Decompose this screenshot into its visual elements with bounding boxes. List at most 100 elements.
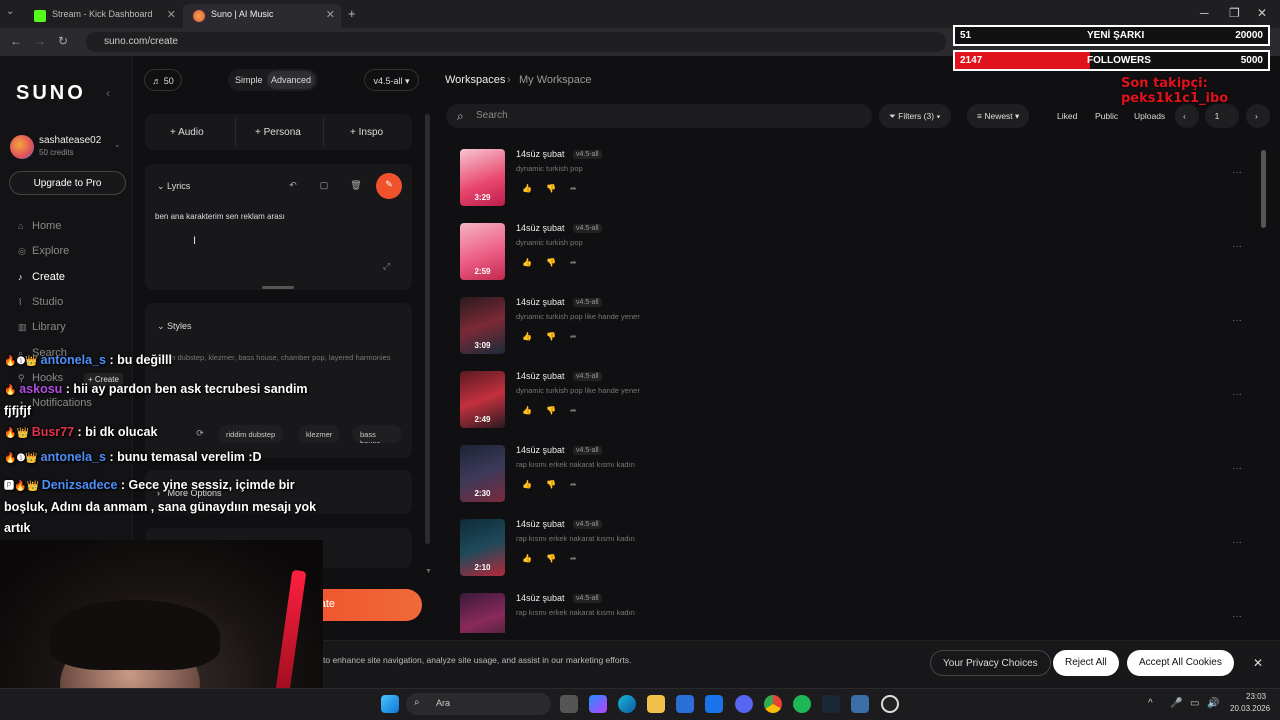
- sidebar-item-home[interactable]: ⌂ Home: [18, 220, 61, 232]
- sidebar-item-create[interactable]: ♪ Create: [18, 271, 65, 283]
- tab-suno[interactable]: Suno | AI Music ✕: [183, 4, 341, 28]
- add-inspo-button[interactable]: + Inspo: [350, 127, 383, 138]
- close-icon[interactable]: ✕: [1253, 656, 1263, 670]
- public-filter[interactable]: Public: [1085, 104, 1128, 128]
- liked-filter[interactable]: Liked: [1047, 104, 1087, 128]
- steam-icon[interactable]: [822, 695, 840, 713]
- clock-time[interactable]: 23:03: [1246, 692, 1266, 701]
- song-row[interactable]: 2:10 14süz şubat v4.5-all rap kısmı erke…: [460, 519, 1260, 579]
- suno-logo[interactable]: SUNO: [16, 82, 86, 105]
- avatar[interactable]: [10, 135, 34, 159]
- song-row[interactable]: 2:59 14süz şubat v4.5-all dynamic turkis…: [460, 223, 1260, 283]
- add-audio-button[interactable]: + Audio: [170, 127, 204, 138]
- collapse-sidebar-icon[interactable]: ‹: [106, 86, 110, 100]
- sidebar-item-studio[interactable]: ⌇ Studio: [18, 296, 63, 308]
- song-title[interactable]: 14süz şubat: [516, 223, 565, 233]
- more-icon[interactable]: ···: [1232, 611, 1242, 622]
- windows-start-icon[interactable]: [381, 695, 399, 713]
- minimize-icon[interactable]: ─: [1200, 6, 1209, 20]
- song-title[interactable]: 14süz şubat: [516, 445, 565, 455]
- tab-kick-dashboard[interactable]: Stream - Kick Dashboard ✕: [24, 4, 182, 28]
- mail-icon[interactable]: [705, 695, 723, 713]
- reload-icon[interactable]: ↻: [58, 34, 68, 48]
- window-close-icon[interactable]: ✕: [1257, 6, 1267, 20]
- privacy-choices-button[interactable]: Your Privacy Choices: [930, 650, 1051, 676]
- style-chip[interactable]: riddim dubstep: [218, 425, 284, 443]
- song-row[interactable]: 2:30 14süz şubat v4.5-all rap kısmı erke…: [460, 445, 1260, 505]
- network-icon[interactable]: ▭: [1190, 698, 1199, 709]
- file-explorer-icon[interactable]: [647, 695, 665, 713]
- tab-list-icon[interactable]: ⌄: [6, 6, 14, 17]
- obs-icon[interactable]: [881, 695, 899, 713]
- back-icon[interactable]: ←: [10, 34, 22, 48]
- chrome-icon[interactable]: [764, 695, 782, 713]
- edge-icon[interactable]: [618, 695, 636, 713]
- url-field[interactable]: suno.com/create: [86, 32, 946, 52]
- song-actions[interactable]: 👍👎➦: [522, 258, 591, 267]
- song-actions[interactable]: 👍👎➦: [522, 554, 591, 563]
- task-view-icon[interactable]: [560, 695, 578, 713]
- song-row[interactable]: 3:29 14süz şubat v4.5-all dynamic turkis…: [460, 149, 1260, 209]
- microphone-icon[interactable]: 🎤: [1170, 698, 1182, 709]
- song-actions[interactable]: 👍👎➦: [522, 480, 591, 489]
- style-chip[interactable]: klezmer: [298, 425, 341, 443]
- list-scrollbar[interactable]: [1261, 150, 1266, 228]
- more-icon[interactable]: ···: [1232, 389, 1242, 400]
- more-icon[interactable]: ···: [1232, 537, 1242, 548]
- clock-date[interactable]: 20.03.2026: [1230, 704, 1270, 713]
- song-title[interactable]: 14süz şubat: [516, 149, 565, 159]
- styles-input[interactable]: riddim dubstep, klezmer, bass house, cha…: [155, 351, 395, 364]
- forward-icon[interactable]: →: [34, 34, 46, 48]
- song-row[interactable]: 2:49 14süz şubat v4.5-all dynamic turkis…: [460, 371, 1260, 431]
- song-title[interactable]: 14süz şubat: [516, 593, 565, 603]
- discord-icon[interactable]: [735, 695, 753, 713]
- song-actions[interactable]: 👍👎➦: [522, 184, 591, 193]
- song-actions[interactable]: 👍👎➦: [522, 332, 591, 341]
- store-icon[interactable]: [676, 695, 694, 713]
- song-title[interactable]: 14süz şubat: [516, 297, 565, 307]
- restore-icon[interactable]: ❐: [1229, 6, 1240, 20]
- panel-scrollbar[interactable]: [425, 114, 430, 544]
- song-row[interactable]: 3:09 14süz şubat v4.5-all dynamic turkis…: [460, 297, 1260, 357]
- shuffle-styles-icon[interactable]: ⟳: [190, 424, 210, 444]
- app-icon[interactable]: [851, 695, 869, 713]
- styles-toggle[interactable]: ⌄ Styles: [157, 321, 192, 332]
- tray-chevron-icon[interactable]: ^: [1148, 698, 1153, 709]
- close-tab-icon[interactable]: ✕: [326, 8, 335, 21]
- volume-icon[interactable]: 🔊: [1207, 698, 1219, 709]
- taskbar-search[interactable]: Ara: [406, 693, 551, 715]
- sidebar-item-explore[interactable]: ◎ Explore: [18, 245, 69, 257]
- more-icon[interactable]: ···: [1232, 315, 1242, 326]
- style-chip[interactable]: bass house: [352, 425, 402, 443]
- lyrics-input[interactable]: ben ana karakterim sen reklam arası: [155, 212, 285, 221]
- song-row[interactable]: 14süz şubat v4.5-all rap kısmı erkek nak…: [460, 593, 1260, 633]
- accept-all-button[interactable]: Accept All Cookies: [1127, 650, 1234, 676]
- spotify-icon[interactable]: [793, 695, 811, 713]
- more-icon[interactable]: ···: [1232, 241, 1242, 252]
- close-tab-icon[interactable]: ✕: [167, 8, 176, 21]
- filters-button[interactable]: ⏷ Filters (3) ▾: [879, 104, 951, 128]
- resize-handle[interactable]: [262, 286, 294, 289]
- next-page-icon[interactable]: ›: [1246, 104, 1270, 128]
- new-tab-icon[interactable]: +: [348, 6, 356, 21]
- scroll-down-icon[interactable]: ▼: [425, 568, 432, 575]
- page-number[interactable]: 1: [1205, 104, 1239, 128]
- lyrics-toggle[interactable]: ⌄ Lyrics: [157, 181, 190, 192]
- upgrade-button[interactable]: Upgrade to Pro: [9, 171, 126, 195]
- magic-wand-button[interactable]: ✎: [376, 173, 402, 199]
- reject-all-button[interactable]: Reject All: [1053, 650, 1119, 676]
- song-title[interactable]: 14süz şubat: [516, 519, 565, 529]
- model-select[interactable]: v4.5-all ▾: [364, 69, 419, 91]
- undo-icon[interactable]: ↶: [283, 176, 303, 196]
- more-icon[interactable]: ···: [1232, 463, 1242, 474]
- breadcrumb-workspaces[interactable]: Workspaces: [445, 74, 505, 86]
- sort-button[interactable]: ≡ Newest ▾: [967, 104, 1030, 128]
- copilot-icon[interactable]: [589, 695, 607, 713]
- add-persona-button[interactable]: + Persona: [255, 127, 301, 138]
- more-icon[interactable]: ···: [1232, 167, 1242, 178]
- mode-simple-tab[interactable]: Simple: [235, 75, 263, 85]
- copy-icon[interactable]: ▢: [314, 176, 334, 196]
- uploads-filter[interactable]: Uploads: [1124, 104, 1175, 128]
- song-actions[interactable]: 👍👎➦: [522, 406, 591, 415]
- prev-page-icon[interactable]: ‹: [1175, 104, 1199, 128]
